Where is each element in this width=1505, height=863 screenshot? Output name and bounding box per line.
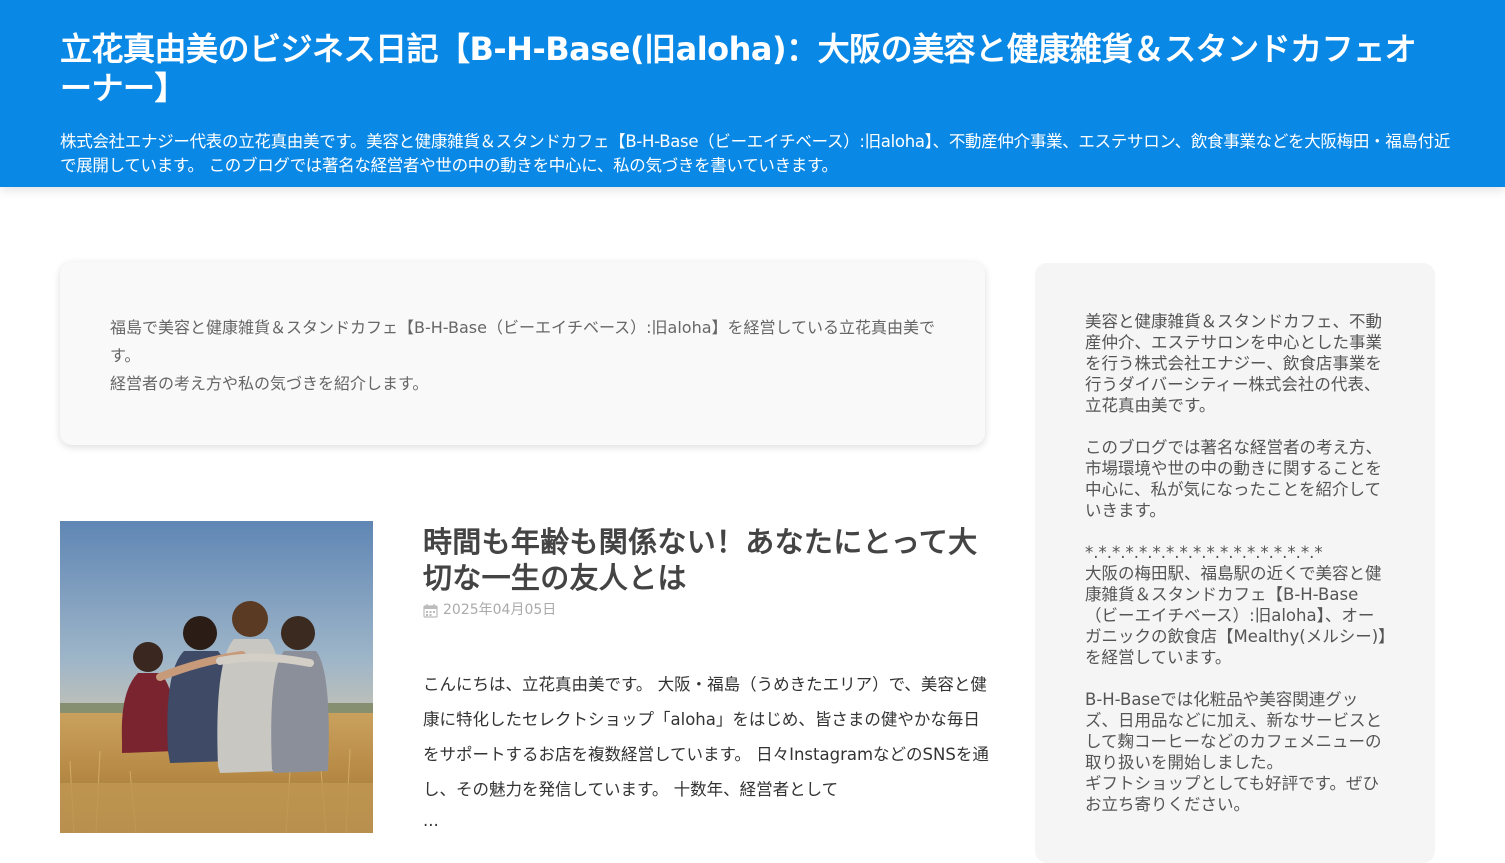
friends-photo [60, 521, 373, 833]
site-description: 株式会社エナジー代表の立花真由美です。美容と健康雑貨＆スタンドカフェ【B-H-B… [60, 132, 1451, 175]
intro-text-line2: 経営者の考え方や私の気づきを紹介します。 [110, 374, 429, 393]
article-excerpt: こんにちは、立花真由美です。 大阪・福島（うめきたエリア）で、美容と健康に特化し… [423, 667, 991, 835]
article-title-link[interactable]: 時間も年齢も関係ない！あなたにとって大切な一生の友人とは [423, 524, 993, 596]
intro-text-line1: 福島で美容と健康雑貨＆スタンドカフェ【B-H-Base（ビーエイチベース）:旧a… [110, 318, 936, 365]
site-header: 立花真由美のビジネス日記【B-H-Base(旧aloha)：大阪の美容と健康雑貨… [0, 0, 1505, 187]
sidebar-shop-text: 大阪の梅田駅、福島駅の近くで美容と健康雑貨＆スタンドカフェ【B-H-Base（ビ… [1085, 564, 1387, 667]
article-date-text: 2025年04月05日 [443, 602, 557, 618]
calendar-icon [423, 603, 438, 618]
article-thumbnail[interactable] [60, 521, 373, 833]
article-excerpt-text: こんにちは、立花真由美です。 大阪・福島（うめきたエリア）で、美容と健康に特化し… [423, 675, 989, 799]
sidebar-profile: 美容と健康雑貨＆スタンドカフェ、不動産仲介、エステサロンを中心とした事業を行う株… [1035, 263, 1435, 863]
article-date: 2025年04月05日 [423, 600, 556, 620]
sidebar-blog-purpose: このブログでは著名な経営者の考え方、市場環境や世の中の動きに関することを中心に、… [1085, 438, 1382, 520]
read-more-link[interactable]: ... [423, 807, 991, 835]
sidebar-shop-info: *.*.*.*.*.*.*.*.*.*.*.*.*.*.*.*.*.* 大阪の梅… [1085, 542, 1390, 668]
site-title-link[interactable]: 立花真由美のビジネス日記【B-H-Base(旧aloha)：大阪の美容と健康雑貨… [60, 30, 1440, 108]
sidebar-shop-services: B-H-Baseでは化粧品や美容関連グッズ、日用品などに加え、新なサービスとして… [1085, 690, 1382, 814]
sidebar-divider: *.*.*.*.*.*.*.*.*.*.*.*.*.*.*.*.*.* [1085, 543, 1323, 562]
sidebar-profile-intro: 美容と健康雑貨＆スタンドカフェ、不動産仲介、エステサロンを中心とした事業を行う株… [1085, 312, 1382, 415]
intro-card: 福島で美容と健康雑貨＆スタンドカフェ【B-H-Base（ビーエイチベース）:旧a… [60, 262, 985, 445]
